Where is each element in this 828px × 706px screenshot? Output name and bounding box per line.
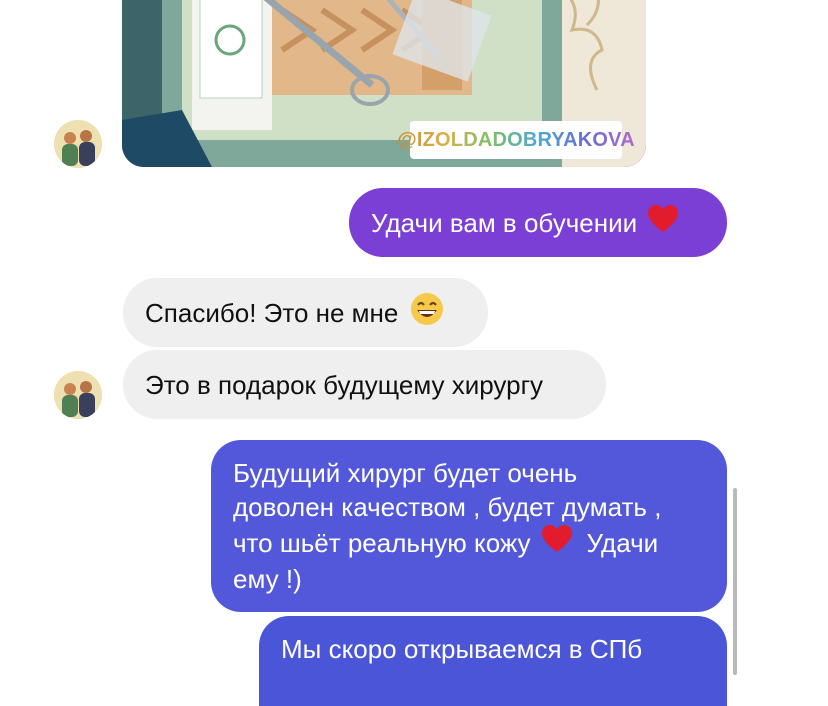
message-text: Мы скоро открываемся в СПб [281,634,643,664]
contact-avatar[interactable] [54,120,102,168]
message-text: Это в подарок будущему хирургу [145,369,544,400]
message-line-text: что шьёт реальную кожу [233,528,531,558]
message-line-text: Удачи [586,528,659,558]
heart-icon [541,524,573,562]
message-text: Удачи вам в обучении [371,207,638,238]
smile-icon [410,292,444,334]
message-line: Будущий хирург будет очень [233,458,578,488]
message-line: доволен качеством , будет думать , [233,492,662,522]
message-outgoing[interactable]: Удачи вам в обучении [349,188,727,257]
message-line: что шьёт реальную кожу Удачи [233,524,705,562]
heart-icon [647,204,679,242]
message-text: Спасибо! Это не мне [145,297,399,328]
scrollbar[interactable] [733,488,737,675]
contact-avatar[interactable] [54,371,102,419]
message-line: ему !) [233,564,302,594]
message-incoming[interactable]: Спасибо! Это не мне [123,278,488,347]
message-outgoing[interactable]: Мы скоро открываемся в СПб [259,616,727,706]
message-outgoing[interactable]: Будущий хирург будет очень доволен качес… [211,440,727,612]
photo-watermark: @IZOLDADOBRYAKOVA [397,121,635,159]
message-incoming[interactable]: Это в подарок будущему хирургу [123,350,606,419]
